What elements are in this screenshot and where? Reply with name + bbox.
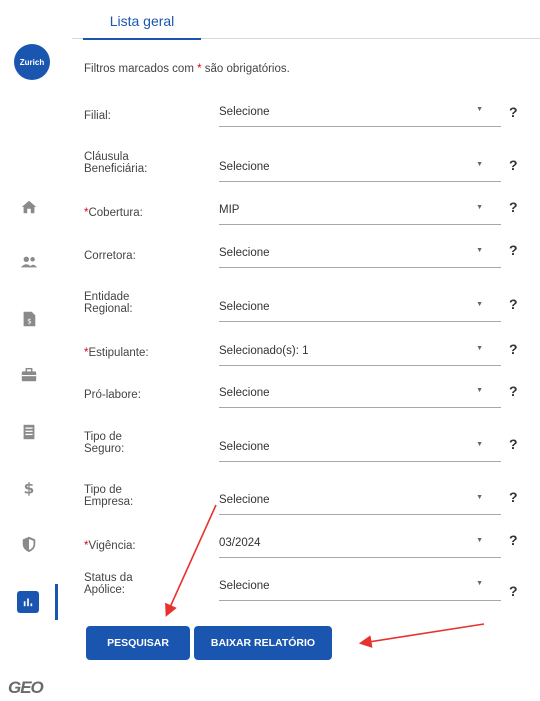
clausula-beneficiaria-select[interactable]: Selecione ▼: [219, 153, 501, 182]
select-value: Selecione: [219, 247, 270, 259]
chevron-down-icon: ▼: [476, 537, 483, 544]
help-icon[interactable]: ?: [509, 104, 518, 120]
help-icon[interactable]: ?: [509, 383, 518, 399]
select-value: MIP: [219, 204, 240, 216]
filter-label: Status da Apólice:: [84, 572, 194, 596]
filial-select[interactable]: Selecione ▼: [219, 98, 501, 127]
tipo-seguro-select[interactable]: Selecione ▼: [219, 433, 501, 462]
label-line: Regional:: [84, 303, 133, 315]
filter-label: Entidade Regional:: [84, 291, 194, 315]
help-icon[interactable]: ?: [509, 157, 518, 173]
active-nav-indicator: [55, 584, 58, 620]
cobertura-select[interactable]: MIP ▼: [219, 196, 501, 225]
chevron-down-icon: ▼: [476, 301, 483, 308]
note-suffix: são obrigatórios.: [201, 63, 290, 75]
label-line: Seguro:: [84, 443, 125, 455]
help-icon[interactable]: ?: [509, 199, 518, 215]
chevron-down-icon: ▼: [476, 345, 483, 352]
label-line: Beneficiária:: [84, 163, 148, 175]
chevron-down-icon: ▼: [476, 387, 483, 394]
select-value: Selecione: [219, 441, 270, 453]
help-icon[interactable]: ?: [509, 436, 518, 452]
sidebar: Zurich $ $ GEO: [0, 0, 62, 701]
select-value: Selecione: [219, 301, 270, 313]
chevron-down-icon: ▼: [476, 580, 483, 587]
help-icon[interactable]: ?: [509, 532, 518, 548]
chevron-down-icon: ▼: [476, 161, 483, 168]
filter-label: *Vigência:: [84, 540, 194, 552]
filter-label: Tipo de Seguro:: [84, 431, 194, 455]
filter-label: Pró-labore:: [84, 389, 141, 401]
select-value: Selecione: [219, 161, 270, 173]
home-icon[interactable]: [18, 196, 40, 218]
filter-label: Filial:: [84, 110, 111, 122]
vigencia-select[interactable]: 03/2024 ▼: [219, 529, 501, 558]
tipo-empresa-select[interactable]: Selecione ▼: [219, 486, 501, 515]
estipulante-select[interactable]: Selecionado(s): 1 ▼: [219, 337, 501, 366]
label-line: Apólice:: [84, 584, 125, 596]
label-line: Empresa:: [84, 496, 134, 508]
annotation-arrow-report: [358, 623, 485, 648]
chevron-down-icon: ▼: [476, 106, 483, 113]
label-line: Tipo de: [84, 484, 122, 496]
help-icon[interactable]: ?: [509, 242, 518, 258]
label-line: Cláusula: [84, 151, 129, 163]
note-prefix: Filtros marcados com: [84, 63, 198, 75]
shield-icon[interactable]: [18, 533, 40, 555]
chart-icon[interactable]: [17, 591, 39, 613]
tab-lista-geral[interactable]: Lista geral: [83, 10, 201, 40]
chevron-down-icon: ▼: [476, 204, 483, 211]
filter-label: Corretora:: [84, 250, 136, 262]
select-value: Selecionado(s): 1: [219, 345, 309, 357]
download-report-button[interactable]: BAIXAR RELATÓRIO: [194, 626, 332, 660]
corretora-select[interactable]: Selecione ▼: [219, 239, 501, 268]
label-text: Cobertura:: [88, 207, 143, 219]
select-value: 03/2024: [219, 537, 261, 549]
filter-label: Cláusula Beneficiária:: [84, 151, 194, 175]
search-button[interactable]: PESQUISAR: [86, 626, 190, 660]
select-value: Selecione: [219, 106, 270, 118]
label-text: Estipulante:: [88, 347, 149, 359]
select-value: Selecione: [219, 580, 270, 592]
select-value: Selecione: [219, 494, 270, 506]
chevron-down-icon: ▼: [476, 441, 483, 448]
users-icon[interactable]: [18, 251, 40, 273]
help-icon[interactable]: ?: [509, 583, 518, 599]
briefcase-icon[interactable]: [18, 364, 40, 386]
svg-text:$: $: [27, 317, 32, 326]
required-note: Filtros marcados com * são obrigatórios.: [84, 63, 290, 75]
geo-logo: GEO: [8, 678, 44, 697]
select-value: Selecione: [219, 387, 270, 399]
svg-text:$: $: [24, 479, 35, 497]
annotation-arrow-search: [165, 504, 217, 617]
entidade-regional-select[interactable]: Selecione ▼: [219, 293, 501, 322]
status-apolice-select[interactable]: Selecione ▼: [219, 572, 501, 601]
zurich-logo[interactable]: Zurich: [14, 44, 50, 80]
label-line: Status da: [84, 572, 133, 584]
label-line: Entidade: [84, 291, 130, 303]
chevron-down-icon: ▼: [476, 247, 483, 254]
chevron-down-icon: ▼: [476, 494, 483, 501]
filter-label: *Estipulante:: [84, 347, 194, 359]
help-icon[interactable]: ?: [509, 296, 518, 312]
pro-labore-select[interactable]: Selecione ▼: [219, 379, 501, 408]
help-icon[interactable]: ?: [509, 341, 518, 357]
filter-label: Tipo de Empresa:: [84, 484, 194, 508]
filter-label: *Cobertura:: [84, 207, 194, 219]
label-line: Tipo de: [84, 431, 122, 443]
dollar-icon[interactable]: $: [18, 477, 40, 499]
label-text: Vigência:: [88, 540, 136, 552]
document-icon[interactable]: $: [18, 308, 40, 330]
help-icon[interactable]: ?: [509, 489, 518, 505]
receipt-icon[interactable]: [18, 421, 40, 443]
